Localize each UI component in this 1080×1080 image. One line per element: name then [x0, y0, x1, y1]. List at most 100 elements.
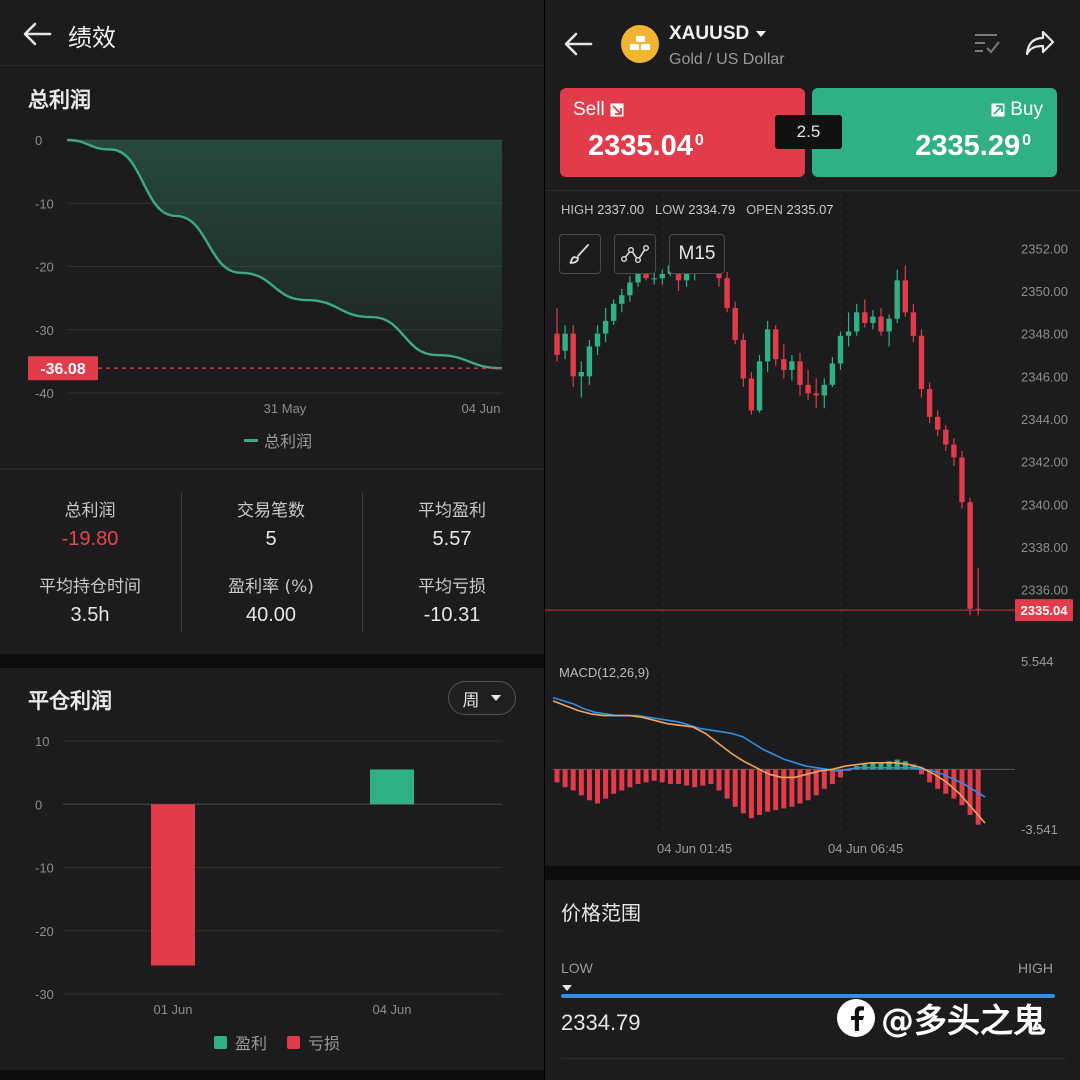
symbol-name: XAUUSD	[669, 23, 750, 44]
timeframe-button[interactable]: M15	[669, 234, 725, 274]
candle-body	[627, 282, 633, 296]
macd-histogram-bar	[651, 769, 657, 781]
candle-body	[724, 278, 730, 309]
macd-histogram-bar	[554, 769, 560, 783]
macd-histogram-bar	[659, 769, 665, 783]
share-icon[interactable]	[1025, 30, 1055, 56]
price-tick-label: 2340.00	[1021, 497, 1068, 512]
macd-histogram-bar	[765, 769, 771, 812]
legend-loss-label: 亏损	[308, 1034, 341, 1053]
symbol-selector[interactable]: XAUUSD	[669, 23, 767, 45]
arrow-up-right-icon	[991, 103, 1005, 117]
candle-body	[943, 429, 949, 445]
macd-histogram-bar	[748, 769, 754, 819]
macd-histogram-bar	[740, 769, 746, 814]
stat-avg-holding-value: 3.5h	[70, 604, 110, 626]
section-gap	[545, 866, 1080, 880]
back-arrow-icon[interactable]	[563, 30, 593, 58]
macd-max: 5.544	[1021, 654, 1054, 669]
total-profit-title: 总利润	[28, 88, 91, 112]
candle-body	[854, 312, 860, 332]
stat-avg-profit-label: 平均盈利	[418, 501, 486, 521]
current-price-label: 2335.04	[1021, 603, 1069, 618]
macd-chart	[552, 675, 1015, 835]
macd-histogram-bar	[732, 769, 738, 807]
candle-body	[756, 361, 763, 411]
macd-histogram-bar	[716, 769, 722, 791]
candle-body	[886, 318, 892, 332]
back-arrow-icon[interactable]	[22, 20, 52, 48]
price-range-title: 价格范围	[561, 901, 641, 925]
legend-label: 总利润	[264, 432, 313, 451]
y-tick-label: -10	[35, 196, 54, 211]
caret-down-icon	[490, 695, 501, 701]
macd-histogram-bar	[813, 769, 819, 796]
closed-profit-legend: 盈利 亏损	[214, 1030, 340, 1054]
candle-body	[870, 316, 876, 323]
bar	[151, 804, 195, 966]
macd-histogram-bar	[667, 769, 673, 784]
legend-profit-label: 盈利	[235, 1034, 268, 1053]
macd-histogram-bar	[789, 769, 795, 807]
closed-profit-title: 平仓利润	[28, 689, 112, 713]
candle-body	[611, 303, 617, 321]
candle-body	[902, 280, 908, 313]
spread-badge: 2.5	[775, 115, 842, 149]
buy-button[interactable]: Buy 2335.29 0	[812, 88, 1057, 177]
period-select[interactable]: 周	[448, 681, 516, 715]
order-list-icon[interactable]	[973, 32, 1001, 56]
candle-body	[773, 329, 779, 360]
bottom-edge	[0, 1070, 544, 1080]
price-tick-label: 2350.00	[1021, 284, 1068, 299]
range-high-label: HIGH	[1018, 960, 1053, 976]
macd-histogram-bar	[684, 769, 690, 786]
candle-body	[813, 393, 819, 396]
indicator-line-icon	[621, 245, 649, 263]
sell-button[interactable]: Sell 2335.04 0	[560, 88, 805, 177]
candle-body	[837, 335, 844, 364]
stat-avg-loss-value: -10.31	[423, 604, 481, 626]
price-tick-label: 2344.00	[1021, 412, 1068, 427]
stat-avg-holding-label: 平均持仓时间	[39, 577, 141, 597]
buy-label: Buy	[1010, 99, 1043, 120]
sell-price: 2335.04	[588, 130, 693, 162]
price-tick-label: 2348.00	[1021, 327, 1068, 342]
macd-histogram-bar	[643, 769, 649, 783]
arrow-down-right-icon	[610, 103, 624, 117]
y-tick-label: -20	[35, 260, 54, 275]
performance-header: 绩效	[0, 0, 544, 66]
legend-loss-swatch	[287, 1035, 301, 1049]
sell-price-fraction: 0	[694, 132, 704, 149]
candle-body	[781, 359, 787, 370]
macd-histogram-bar	[862, 764, 868, 770]
closed-profit-chart: 10 0 -10 -20 -30 01 Jun 04 Jun	[35, 734, 502, 1017]
price-tick-label: 2336.00	[1021, 583, 1068, 598]
candle-body	[764, 329, 771, 362]
candle-body	[570, 333, 576, 377]
macd-histogram-bar	[700, 769, 706, 786]
stat-total-profit-label: 总利润	[64, 501, 116, 521]
y-tick-label: -20	[35, 924, 54, 939]
macd-histogram-bar	[570, 769, 576, 791]
macd-histogram-bar	[619, 769, 625, 791]
macd-histogram-bar	[586, 769, 592, 801]
y-tick-label: 0	[35, 797, 42, 812]
sell-label: Sell	[573, 99, 605, 120]
annotation-label: -36.08	[40, 361, 85, 378]
macd-histogram-bar	[829, 769, 835, 784]
draw-tool-button[interactable]	[559, 234, 601, 274]
y-tick-label: -40	[35, 386, 54, 401]
macd-histogram-bar	[797, 769, 803, 804]
buy-price: 2335.29	[915, 130, 1021, 162]
stats-grid: 总利润 -19.80 交易笔数 5 平均盈利 5.57 平均持仓时间 3.5h …	[0, 470, 544, 654]
price-tick-label: 2346.00	[1021, 369, 1068, 384]
candle-body	[967, 502, 973, 609]
indicator-tool-button[interactable]	[614, 234, 656, 274]
y-tick-label: -30	[35, 987, 54, 1002]
stat-trade-count-value: 5	[265, 528, 277, 550]
candle-body	[935, 416, 941, 430]
y-tick-label: -30	[35, 323, 54, 338]
y-tick-label: 0	[35, 133, 42, 148]
candle-body	[805, 384, 811, 394]
x-tick-label: 04 Jun	[372, 1002, 411, 1017]
